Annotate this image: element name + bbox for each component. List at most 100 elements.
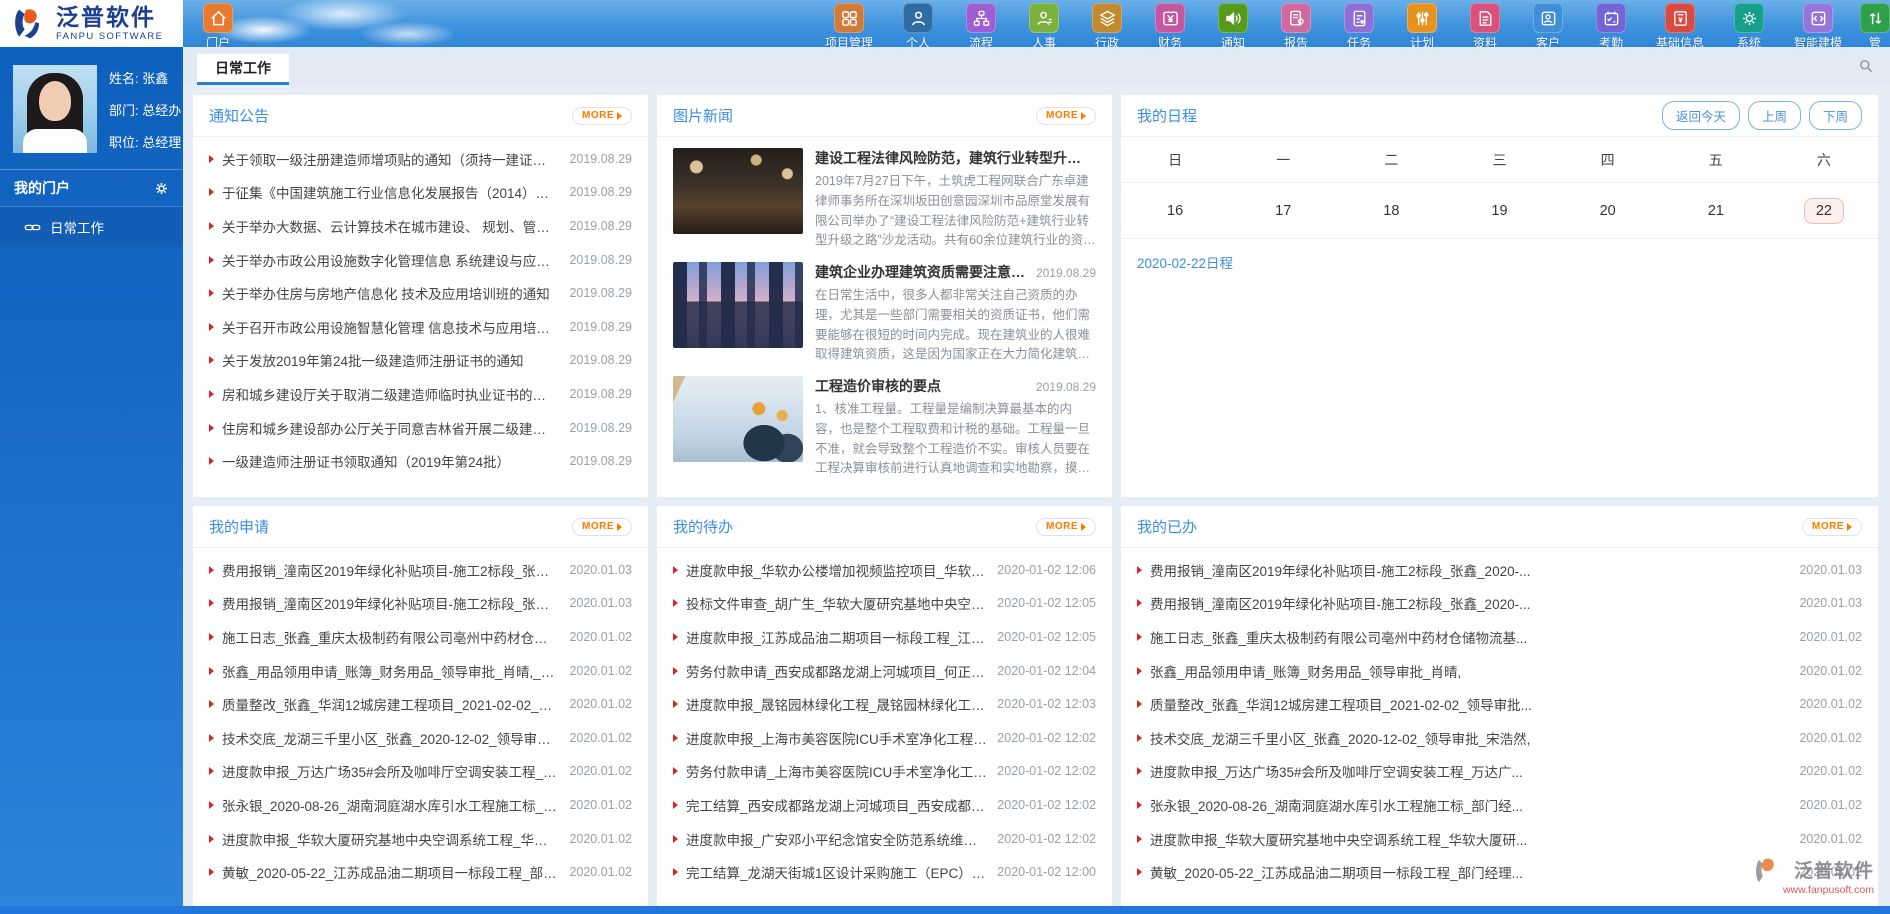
calendar-day[interactable]: 22 [1770,198,1878,224]
news-item[interactable]: 建筑企业办理建筑资质需要注意哪些细节 2019.08.29 在日常生活中，很多人… [673,262,1096,365]
notice-row[interactable]: 关于召开市政公用设施智慧化管理 信息技术与应用培训班的通知 2019.08.29 [209,310,632,344]
todos-more-button[interactable]: MORE [1036,518,1096,536]
notice-row[interactable]: 关于发放2019年第24批一级建造师注册证书的通知 2019.08.29 [209,344,632,378]
todo-row[interactable]: 完工结算_西安成都路龙湖上河城项目_西安成都路龙湖上河城项... 2020-01… [673,788,1096,822]
bullet-icon [209,289,214,297]
calendar-day[interactable]: 19 [1445,198,1553,224]
notice-row[interactable]: 于征集《中国建筑施工行业信息化发展报告（2014）—BIM应用与发... 201… [209,176,632,210]
application-row[interactable]: 技术交底_龙湖三千里小区_张鑫_2020-12-02_领导审批_宋浩... 20… [209,721,632,755]
news-item[interactable]: 建设工程法律风险防范，建筑行业转型升级之路沙龙活动 2019年7月27日下午，土… [673,148,1096,251]
done-row[interactable]: 费用报销_潼南区2019年绿化补贴项目-施工2标段_张鑫_2020-... 20… [1137,553,1862,587]
applications-more-button[interactable]: MORE [572,518,632,536]
done-row[interactable]: 质量整改_张鑫_华润12城房建工程项目_2021-02-02_领导审批... 2… [1137,687,1862,721]
tab-daily-work[interactable]: 日常工作 [197,54,289,85]
todos-list: 进度款申报_华软办公楼增加视频监控项目_华软办公楼增加视频... 2020-01… [657,548,1112,889]
application-row[interactable]: 黄敏_2020-05-22_江苏成品油二期项目一标段工程_部门经理... 202… [209,855,632,889]
application-row[interactable]: 进度款申报_华软大厦研究基地中央空调系统工程_华软大厦研... 2020.01.… [209,822,632,856]
notice-row[interactable]: 关于举办大数据、云计算技术在城市建设、 规划、管理与服务中的应... 2019.… [209,209,632,243]
todo-row[interactable]: 进度款申报_江苏成品油二期项目一标段工程_江苏成品油二期项... 2020-01… [673,620,1096,654]
news-title[interactable]: 建设工程法律风险防范，建筑行业转型升级之路沙龙活动 [815,148,1088,168]
done-row[interactable]: 施工日志_张鑫_重庆太极制药有限公司亳州中药材仓储物流基... 2020.01.… [1137,620,1862,654]
notice-date: 2019.08.29 [569,219,632,233]
notice-row[interactable]: 关于举办市政公用设施数字化管理信息 系统建设与应用培训班的通知 2019.08.… [209,243,632,277]
nav-item-base-info[interactable]: 基础信息 [1647,0,1713,47]
notice-row[interactable]: 房和城乡建设厅关于取消二级建造师临时执业证书的公告 2019.08.29 [209,377,632,411]
nav-item-attendance[interactable]: 考勤 [1584,0,1638,47]
news-more-button[interactable]: MORE [1036,107,1096,125]
todo-row[interactable]: 完工结算_龙湖天街城1区设计采购施工（EPC）总承包工程_龙... 2020-0… [673,855,1096,889]
calendar-day[interactable]: 21 [1662,198,1770,224]
application-date: 2020.01.02 [569,731,632,745]
todo-row[interactable]: 进度款申报_晟铭园林绿化工程_晟铭园林绿化工程_陈菲_陈菲 2020-01-02… [673,687,1096,721]
notice-date: 2019.08.29 [569,353,632,367]
nav-item-hr[interactable]: 人事 [1017,0,1071,47]
nav-item-project-mgmt[interactable]: 项目管理 [816,0,882,47]
application-row[interactable]: 施工日志_张鑫_重庆太极制药有限公司亳州中药材仓储物流基... 2020.01.… [209,620,632,654]
done-row[interactable]: 张鑫_用品领用申请_账簿_财务用品_领导审批_肖晴, 2020.01.02 [1137,654,1862,688]
notice-row[interactable]: 住房和城乡建设部办公厅关于同意吉林省开展二级建造师注册证书电... 2019.0… [209,411,632,445]
bullet-icon [209,356,214,364]
application-row[interactable]: 进度款申报_万达广场35#会所及咖啡厅空调安装工程_万达广... 2020.01… [209,755,632,789]
news-title[interactable]: 建筑企业办理建筑资质需要注意哪些细节 [815,262,1028,282]
bullet-icon [673,734,678,742]
news-item[interactable]: 工程造价审核的要点 2019.08.29 1、核准工程量。工程量是编制决算最基本… [673,376,1096,479]
application-row[interactable]: 张鑫_用品领用申请_账簿_财务用品_领导审批_肖晴,_运行中 2020.01.0… [209,654,632,688]
prev-week-button[interactable]: 上周 [1748,101,1801,130]
search-icon[interactable] [1858,58,1874,74]
nav-item-plan[interactable]: 计划 [1395,0,1449,47]
application-row[interactable]: 质量整改_张鑫_华润12城房建工程项目_2021-02-02_领导审批... 2… [209,687,632,721]
done-row[interactable]: 张永银_2020-08-26_湖南洞庭湖水库引水工程施工标_部门经... 202… [1137,788,1862,822]
nav-item-portal[interactable]: 门户 [191,0,245,47]
done-date: 2020.01.03 [1799,596,1862,610]
sidebar-item-daily-work[interactable]: 日常工作 [0,207,183,247]
todo-row[interactable]: 投标文件审查_胡广生_华软大厦研究基地中央空调系统工程_20... 2020-0… [673,587,1096,621]
nav-item-smart-modeling[interactable]: 智能建模 [1785,0,1851,47]
done-more-button[interactable]: MORE [1802,518,1862,536]
notices-more-button[interactable]: MORE [572,107,632,125]
nav-item-notice[interactable]: 通知 [1206,0,1260,47]
nav-item-workflow[interactable]: 流程 [954,0,1008,47]
done-row[interactable]: 进度款申报_华软大厦研究基地中央空调系统工程_华软大厦研... 2020.01.… [1137,822,1862,856]
back-to-today-button[interactable]: 返回今天 [1662,101,1740,130]
done-row[interactable]: 技术交底_龙湖三千里小区_张鑫_2020-12-02_领导审批_宋浩然, 202… [1137,721,1862,755]
calendar-day[interactable]: 16 [1121,198,1229,224]
todo-row[interactable]: 进度款申报_广安邓小平纪念馆安全防范系统维护保养项目_广安... 2020-01… [673,822,1096,856]
calendar-day[interactable]: 20 [1554,198,1662,224]
news-thumbnail [673,376,803,462]
nav-item-finance[interactable]: 财务 [1143,0,1197,47]
user-card: 姓名: 张鑫 部门: 总经办 职位: 总经理 [0,47,183,169]
application-row[interactable]: 张永银_2020-08-26_湖南洞庭湖水库引水工程施工标_部门经... 202… [209,788,632,822]
bullet-icon [209,323,214,331]
link-icon [24,219,41,236]
nav-item-partial[interactable]: 管 [1860,0,1890,47]
news-title[interactable]: 工程造价审核的要点 [815,376,941,396]
calendar-day[interactable]: 18 [1337,198,1445,224]
nav-item-system[interactable]: 系统 [1722,0,1776,47]
notice-row[interactable]: 关于领取一级注册建造师增项贴的通知（须持一建证书前来领取） 2019.08.29 [209,142,632,176]
done-row[interactable]: 进度款申报_万达广场35#会所及咖啡厅空调安装工程_万达广... 2020.01… [1137,755,1862,789]
nav-item-customer[interactable]: 客户 [1521,0,1575,47]
done-row[interactable]: 费用报销_潼南区2019年绿化补贴项目-施工2标段_张鑫_2020-... 20… [1137,587,1862,621]
todo-row[interactable]: 劳务付款申请_上海市美容医院ICU手术室净化工程_李若君_上... 2020-0… [673,755,1096,789]
notice-date: 2019.08.29 [569,253,632,267]
todo-row[interactable]: 进度款申报_华软办公楼增加视频监控项目_华软办公楼增加视频... 2020-01… [673,553,1096,587]
notice-row[interactable]: 一级建造师注册证书领取通知（2019年第24批） 2019.08.29 [209,444,632,478]
notice-date: 2019.08.29 [569,185,632,199]
nav-item-material[interactable]: 资料 [1458,0,1512,47]
todo-row[interactable]: 劳务付款申请_西安成都路龙湖上河城项目_何正茂_西安成都路... 2020-01… [673,654,1096,688]
application-row[interactable]: 费用报销_潼南区2019年绿化补贴项目-施工2标段_张鑫_2020-... 20… [209,553,632,587]
todo-row[interactable]: 进度款申报_上海市美容医院ICU手术室净化工程_上海市美容医... 2020-0… [673,721,1096,755]
nav-item-report[interactable]: 报告 [1269,0,1323,47]
next-week-button[interactable]: 下周 [1809,101,1862,130]
calendar-check-icon [1596,3,1626,33]
notice-row[interactable]: 关于举办住房与房地产信息化 技术及应用培训班的通知 2019.08.29 [209,276,632,310]
nav-item-personal[interactable]: 个人 [891,0,945,47]
todo-date: 2020-01-02 12:04 [997,664,1096,678]
settings-gear-icon[interactable] [154,181,169,196]
done-date: 2020.01.02 [1799,832,1862,846]
calendar-day[interactable]: 17 [1229,198,1337,224]
nav-item-admin[interactable]: 行政 [1080,0,1134,47]
application-row[interactable]: 费用报销_潼南区2019年绿化补贴项目-施工2标段_张鑫_2020-... 20… [209,587,632,621]
news-summary: 1、核准工程量。工程量是编制决算最基本的内容，也是整个工程取费和计税的基础。工程… [815,400,1096,479]
nav-item-task[interactable]: 任务 [1332,0,1386,47]
